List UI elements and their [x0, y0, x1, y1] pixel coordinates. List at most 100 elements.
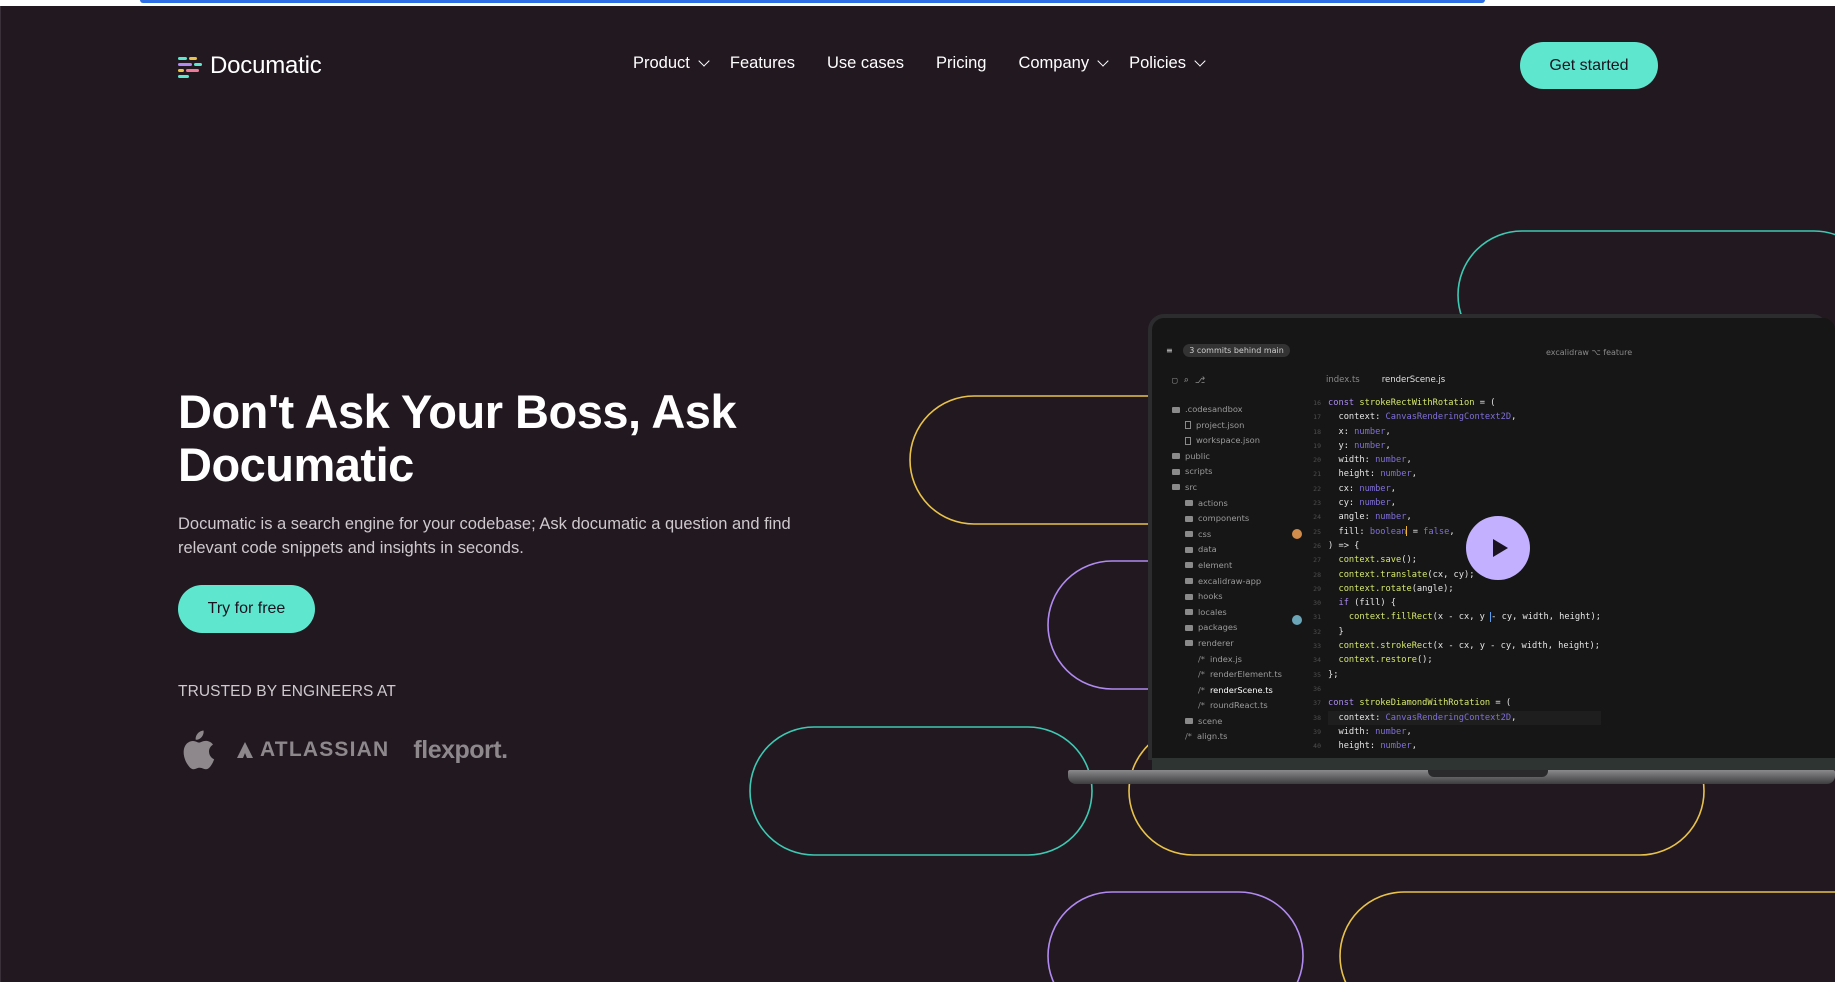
file-tree-item[interactable]: components: [1172, 511, 1322, 527]
file-tree-label: roundReact.ts: [1209, 700, 1268, 711]
file-tree-item[interactable]: actions: [1172, 496, 1322, 512]
get-started-button[interactable]: Get started: [1520, 42, 1658, 89]
pill-teal-bottom: [749, 726, 1093, 856]
file-tree-item[interactable]: /* renderScene.ts: [1172, 683, 1322, 699]
file-tree-item[interactable]: /* roundReact.ts: [1172, 698, 1322, 714]
code-line: context.strokeRect(x - cx, y - cy, width…: [1338, 641, 1600, 652]
file-tree-label: renderElement.ts: [1209, 669, 1282, 680]
file-tree-label: project.json: [1196, 419, 1245, 430]
file-tree-label: public: [1185, 450, 1210, 461]
folder-icon: [1185, 593, 1193, 600]
tab-index-ts: index.ts: [1326, 375, 1360, 385]
folder-icon: [1185, 578, 1193, 585]
atlassian-wordmark: ATLASSIAN: [260, 738, 390, 761]
code-line: if (fill) {: [1338, 598, 1397, 609]
code-line: const strokeDiamondWithRotation = (: [1328, 698, 1512, 709]
code-line: fill: boolean = false,: [1328, 526, 1455, 537]
editor-tabs: index.ts renderScene.js: [1326, 375, 1445, 385]
nav-use-cases[interactable]: Use cases: [827, 54, 904, 73]
nav-pricing[interactable]: Pricing: [936, 54, 986, 73]
line-number: 23: [1313, 499, 1321, 508]
chevron-down-icon: [1097, 55, 1109, 67]
file-tree-item[interactable]: public: [1172, 449, 1322, 465]
collaborator-avatar: [1292, 529, 1302, 539]
ts-file-icon: /*: [1198, 700, 1205, 711]
file-tree-label: index.js: [1209, 653, 1242, 664]
file-tree-item[interactable]: /* index.js: [1172, 652, 1322, 668]
file-tree-item[interactable]: element: [1172, 558, 1322, 574]
code-line: const strokeRectWithRotation = (: [1328, 398, 1496, 408]
hero-subtitle: Documatic is a search engine for your co…: [178, 515, 791, 557]
folder-icon: [1185, 546, 1193, 553]
code-line: context.restore();: [1338, 655, 1433, 666]
file-tree-item[interactable]: renderer: [1172, 636, 1322, 652]
file-tree-label: css: [1198, 528, 1212, 539]
code-line: height: number,: [1328, 741, 1417, 752]
file-tree-item[interactable]: .codesandbox: [1172, 402, 1322, 418]
line-number: 29: [1313, 584, 1321, 593]
ts-file-icon: /*: [1198, 684, 1205, 695]
file-tree-item[interactable]: data: [1172, 542, 1322, 558]
try-for-free-button[interactable]: Try for free: [178, 585, 315, 633]
play-icon: [1493, 539, 1508, 557]
code-line: width: number,: [1328, 726, 1412, 737]
repo-name: excalidraw: [1546, 348, 1589, 357]
line-number: 16: [1313, 399, 1321, 407]
brand-logo[interactable]: Documatic: [178, 52, 322, 80]
nav-features[interactable]: Features: [730, 54, 795, 73]
line-number: 28: [1313, 570, 1321, 579]
nav-product[interactable]: Product: [633, 54, 710, 73]
file-tree-item[interactable]: /* renderElement.ts: [1172, 667, 1322, 683]
file-tree-item[interactable]: scripts: [1172, 464, 1322, 480]
file-tree-label: src: [1185, 481, 1198, 492]
line-number: 22: [1313, 484, 1321, 493]
file-tree-item[interactable]: workspace.json: [1172, 433, 1322, 449]
code-line: cy: number,: [1328, 498, 1397, 509]
folder-icon: [1172, 406, 1180, 413]
file-icon: [1185, 436, 1191, 445]
chevron-down-icon: [698, 55, 710, 67]
nav-pricing-label: Pricing: [936, 54, 987, 72]
file-tree-label: hooks: [1198, 591, 1223, 602]
file-tree-item[interactable]: /* align.ts: [1172, 729, 1322, 745]
file-tree-item[interactable]: hooks: [1172, 589, 1322, 605]
code-view: const strokeRectWithRotation = ( context…: [1328, 396, 1601, 753]
folder-icon: [1172, 453, 1180, 460]
code-line: ) => {: [1328, 540, 1360, 551]
file-tree-label: excalidraw-app: [1198, 575, 1262, 586]
line-number: 39: [1313, 727, 1321, 736]
search-icon: ⌕: [1183, 376, 1195, 386]
laptop-screen-edge: [1152, 758, 1835, 770]
file-tree-item[interactable]: project.json: [1172, 418, 1322, 434]
file-icon: [1185, 421, 1191, 430]
file-tree-item[interactable]: scene: [1172, 714, 1322, 730]
file-tree-label: actions: [1198, 497, 1228, 508]
folder-icon: [1172, 468, 1180, 475]
nav-policies[interactable]: Policies: [1129, 54, 1206, 73]
nav-company[interactable]: Company: [1018, 54, 1109, 73]
atlassian-logo: ATLASSIAN: [236, 738, 389, 762]
line-number: 26: [1313, 541, 1321, 550]
file-tree-item[interactable]: excalidraw-app: [1172, 574, 1322, 590]
line-number: 31: [1313, 613, 1321, 622]
file-tree-label: renderScene.ts: [1209, 684, 1273, 695]
file-tree-item[interactable]: src: [1172, 480, 1322, 496]
nav-policies-label: Policies: [1129, 54, 1186, 72]
line-number: 17: [1313, 413, 1321, 422]
code-line: width: number,: [1328, 455, 1412, 466]
file-tree-label: .codesandbox: [1185, 404, 1243, 414]
line-number: 37: [1313, 699, 1321, 708]
line-number: 20: [1313, 456, 1321, 465]
play-video-button[interactable]: [1466, 516, 1530, 580]
folder-icon: [1185, 640, 1193, 647]
menu-icon: ≡: [1166, 346, 1173, 355]
chevron-down-icon: [1194, 55, 1206, 67]
file-tree-label: components: [1198, 513, 1250, 524]
ts-file-icon: /*: [1198, 653, 1205, 664]
folder-icon: [1185, 624, 1193, 631]
line-number: 18: [1313, 427, 1321, 436]
nav-features-label: Features: [729, 54, 795, 72]
nav-use-cases-label: Use cases: [827, 54, 905, 72]
file-tree-label: locales: [1198, 606, 1227, 617]
line-number: 33: [1313, 642, 1321, 651]
